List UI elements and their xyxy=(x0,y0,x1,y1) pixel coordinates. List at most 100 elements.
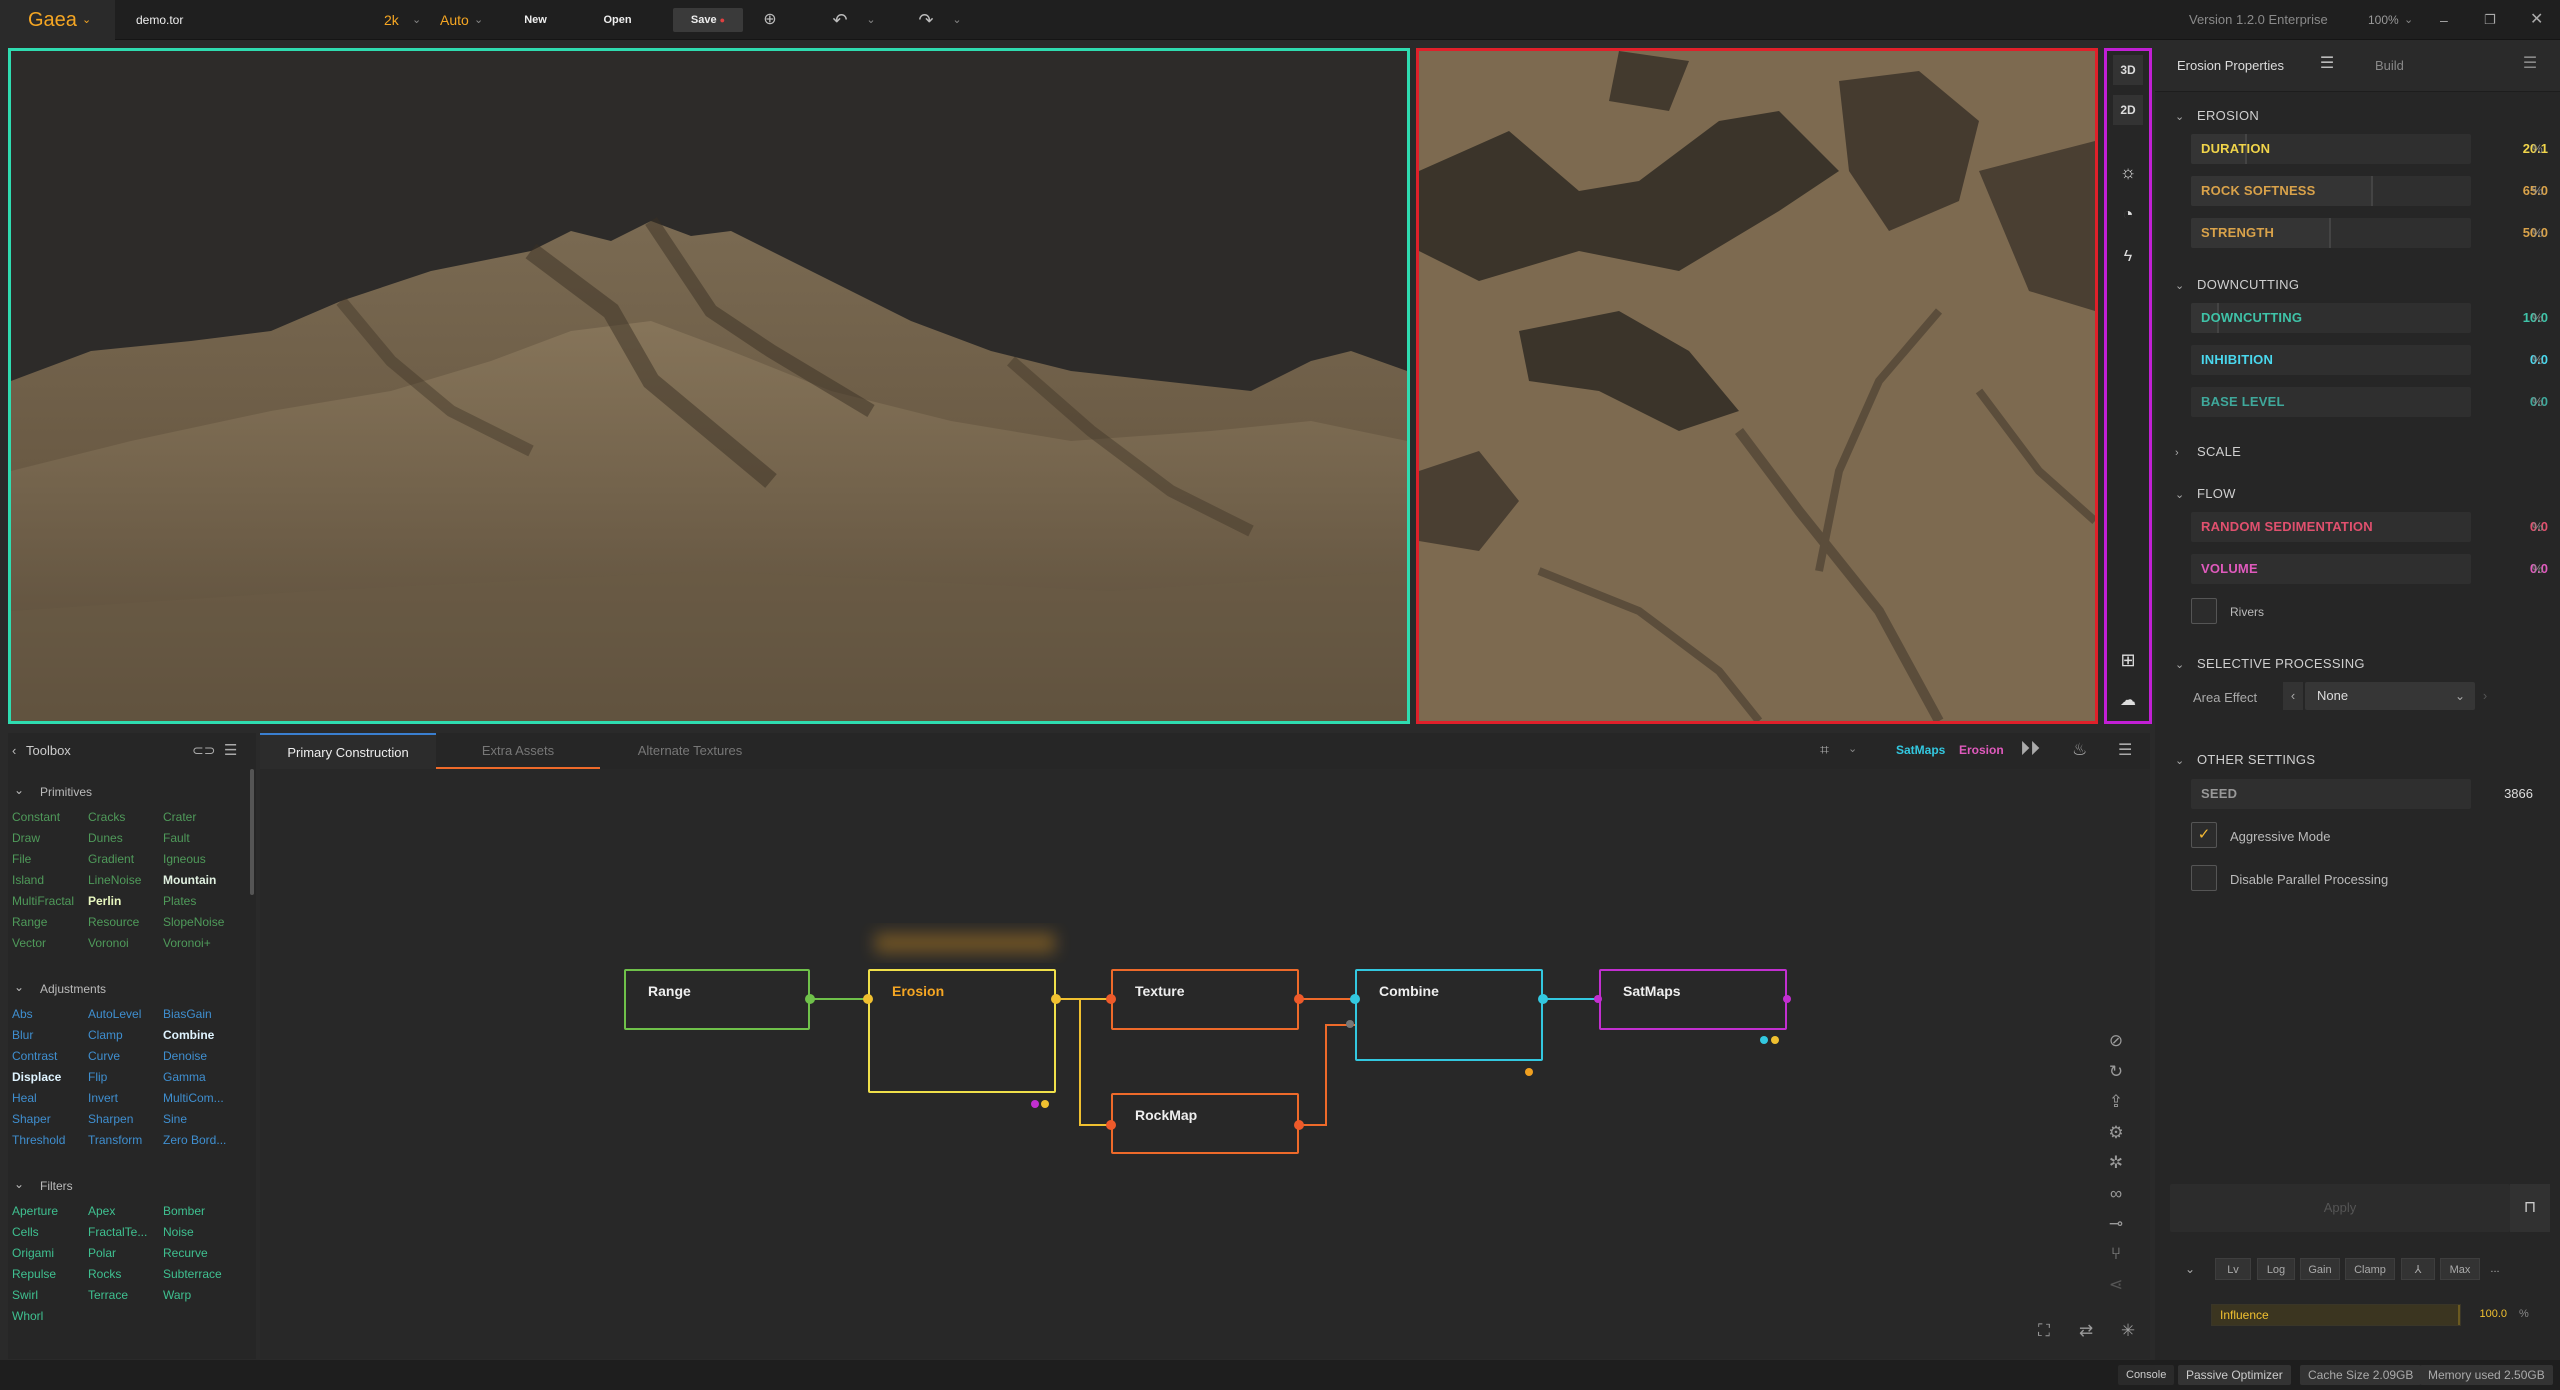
chevron-down-icon[interactable]: ⌄ xyxy=(14,1177,24,1191)
toolbox-item[interactable]: Warp xyxy=(163,1288,191,1302)
input-port[interactable] xyxy=(1106,1120,1116,1130)
chevron-down-icon[interactable]: ⌄ xyxy=(2404,0,2413,40)
output-port[interactable] xyxy=(1294,994,1304,1004)
toolbox-item[interactable]: Flip xyxy=(88,1070,107,1084)
slider-duration[interactable]: DURATION xyxy=(2191,134,2471,164)
toolbox-item[interactable]: File xyxy=(12,852,31,866)
rivers-checkbox[interactable] xyxy=(2191,598,2217,624)
input-port[interactable] xyxy=(1346,1020,1354,1028)
toolbox-item[interactable]: Noise xyxy=(163,1225,194,1239)
section-scale[interactable]: › SCALE xyxy=(2175,444,2241,459)
toolbox-item[interactable]: Cracks xyxy=(88,810,125,824)
toolbox-item[interactable]: Terrace xyxy=(88,1288,128,1302)
toolbox-item[interactable]: Repulse xyxy=(12,1267,56,1281)
toolbox-item[interactable]: Plates xyxy=(163,894,196,908)
seed-field[interactable]: SEED xyxy=(2191,779,2471,809)
toolbox-item[interactable]: Abs xyxy=(12,1007,33,1021)
console-button[interactable]: Console xyxy=(2118,1365,2175,1385)
modifier-button[interactable]: Gain xyxy=(2300,1258,2340,1280)
toolbox-item[interactable]: Gradient xyxy=(88,852,134,866)
toolbox-item[interactable]: Invert xyxy=(88,1091,118,1105)
chevron-left-icon[interactable]: ‹ xyxy=(2283,682,2303,710)
mode-select[interactable]: Auto xyxy=(440,0,469,40)
minimize-icon[interactable]: – xyxy=(2440,0,2448,40)
section-other-settings[interactable]: ⌄ OTHER SETTINGS xyxy=(2175,752,2315,767)
output-port[interactable] xyxy=(1051,994,1061,1004)
chevron-down-icon[interactable]: ⌄ xyxy=(474,0,483,40)
chevron-down-icon[interactable]: ⌄ xyxy=(14,980,24,994)
toolbox-item[interactable]: MultiCom... xyxy=(163,1091,224,1105)
ban-icon[interactable]: ⊘ xyxy=(2104,1029,2128,1053)
toolbox-scrollbar[interactable] xyxy=(250,769,254,895)
branch-icon[interactable]: ⑂ xyxy=(2104,1242,2128,1266)
chevron-left-icon[interactable]: ‹ xyxy=(12,743,16,758)
toolbox-item[interactable]: Gamma xyxy=(163,1070,206,1084)
toolbox-item[interactable]: Voronoi xyxy=(88,936,129,950)
modifier-button[interactable]: ... xyxy=(2485,1258,2505,1280)
zoom-select[interactable]: 100% xyxy=(2368,0,2399,40)
menu-icon[interactable]: ☰ xyxy=(2518,52,2542,76)
toolbox-item[interactable]: Apex xyxy=(88,1204,115,1218)
toolbox-item[interactable]: Dunes xyxy=(88,831,123,845)
disable-parallel-checkbox[interactable] xyxy=(2191,865,2217,891)
node-graph[interactable]: Primary Construction Extra Assets Alternat… xyxy=(260,733,2150,1359)
key-icon[interactable]: ⊸ xyxy=(2104,1212,2128,1236)
input-port[interactable] xyxy=(1106,994,1116,1004)
menu-icon[interactable]: ☰ xyxy=(2315,52,2339,76)
slider-strength[interactable]: STRENGTH xyxy=(2191,218,2471,248)
section-downcutting[interactable]: ⌄ DOWNCUTTING xyxy=(2175,277,2299,292)
modifier-button[interactable]: Lv xyxy=(2215,1258,2251,1280)
grid-icon[interactable]: ⊞ xyxy=(2113,645,2143,675)
gauge-icon[interactable]: ◔ xyxy=(2113,199,2143,229)
toolbox-item[interactable]: Island xyxy=(12,873,44,887)
output-port[interactable] xyxy=(805,994,815,1004)
swap-icon[interactable]: ⇄ xyxy=(2074,1319,2098,1343)
tab-build[interactable]: Build xyxy=(2375,50,2435,82)
toolbox-item[interactable]: Contrast xyxy=(12,1049,57,1063)
toolbox-item[interactable]: MultiFractal xyxy=(12,894,74,908)
sun-icon[interactable]: ☼ xyxy=(2113,157,2143,187)
output-port[interactable] xyxy=(1783,995,1791,1003)
toolbox-item[interactable]: Subterrace xyxy=(163,1267,222,1281)
slider-rock-softness[interactable]: ROCK SOFTNESS xyxy=(2191,176,2471,206)
output-port[interactable] xyxy=(1294,1120,1304,1130)
toolbox-item[interactable]: Cells xyxy=(12,1225,39,1239)
toolbox-item[interactable]: Vector xyxy=(12,936,46,950)
refresh-icon[interactable]: ↻ xyxy=(2104,1060,2128,1084)
toolbox-item[interactable]: Bomber xyxy=(163,1204,205,1218)
toolbox-item[interactable]: Recurve xyxy=(163,1246,208,1260)
toolbox-item[interactable]: FractalTe... xyxy=(88,1225,147,1239)
toolbox-item[interactable]: Whorl xyxy=(12,1309,43,1323)
menu-icon[interactable]: ☰ xyxy=(224,741,237,759)
chevron-down-icon[interactable]: ⌄ xyxy=(14,783,24,797)
modifier-button[interactable]: Clamp xyxy=(2345,1258,2395,1280)
lock-icon[interactable]: ⊓ xyxy=(2510,1184,2550,1232)
area-effect-select[interactable]: None ⌄ xyxy=(2305,682,2475,710)
section-selective-processing[interactable]: ⌄ SELECTIVE PROCESSING xyxy=(2175,656,2365,671)
aggressive-mode-checkbox[interactable]: ✓ xyxy=(2191,822,2217,848)
modifier-button[interactable]: ⅄ xyxy=(2401,1258,2435,1280)
modifier-button[interactable]: Max xyxy=(2440,1258,2480,1280)
toolbox-item[interactable]: AutoLevel xyxy=(88,1007,141,1021)
influence-slider[interactable]: Influence xyxy=(2211,1304,2461,1326)
app-menu[interactable]: Gaea ⌄ xyxy=(0,0,115,40)
influence-value[interactable]: 100.0 xyxy=(2447,1308,2507,1320)
toolbox-item[interactable]: Origami xyxy=(12,1246,54,1260)
toolbox-item[interactable]: Resource xyxy=(88,915,139,929)
open-button[interactable]: Open xyxy=(580,8,655,32)
slider-random-sedimentation[interactable]: RANDOM SEDIMENTATION xyxy=(2191,512,2471,542)
seed-value[interactable]: 3866 xyxy=(2473,786,2533,801)
toolbox-item[interactable]: Rocks xyxy=(88,1267,121,1281)
toolbox-item[interactable]: LineNoise xyxy=(88,873,141,887)
toolbox-item[interactable]: Combine xyxy=(163,1028,214,1042)
undo-icon[interactable]: ↶ xyxy=(826,8,854,32)
toolbox-item[interactable]: Polar xyxy=(88,1246,116,1260)
toolbox-item[interactable]: Clamp xyxy=(88,1028,123,1042)
toolbox-item[interactable]: Sine xyxy=(163,1112,187,1126)
toolbox-item[interactable]: Shaper xyxy=(12,1112,51,1126)
toolbox-item[interactable]: Fault xyxy=(163,831,190,845)
new-button[interactable]: New xyxy=(498,8,573,32)
resolution-select[interactable]: 2k xyxy=(384,0,399,40)
toolbox-item[interactable]: Heal xyxy=(12,1091,37,1105)
input-port[interactable] xyxy=(1594,995,1602,1003)
